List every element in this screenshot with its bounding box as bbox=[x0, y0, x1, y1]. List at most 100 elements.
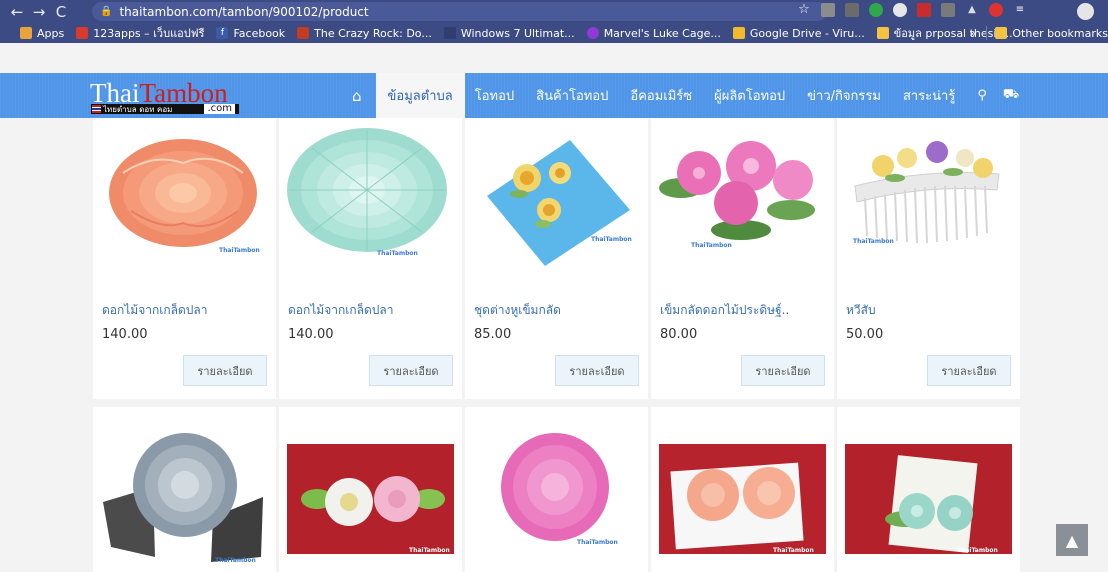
product-card: ThaiTambon ดอกไม้จากเกล็ดปลา 140.00 รายล… bbox=[279, 118, 462, 399]
site-logo[interactable]: ThaiTambon ไทยตำบล ดอท คอม .com bbox=[90, 80, 240, 114]
watermark: ThaiTambon bbox=[409, 547, 450, 554]
bookmark-marvel[interactable]: Marvel's Luke Cage... bbox=[586, 27, 721, 40]
watermark: ThaiTambon bbox=[853, 238, 894, 245]
product-card: ThaiTambon bbox=[93, 407, 276, 572]
bookmarks-bar: Apps 123apps – เว็บแอปฟรี f Facebook The… bbox=[0, 23, 1108, 43]
profile-avatar[interactable] bbox=[1077, 3, 1094, 20]
product-card: ThaiTambon bbox=[279, 407, 462, 572]
search-icon[interactable]: ⚲ bbox=[977, 88, 987, 103]
product-name[interactable]: เข็มกลัดดอกไม้ประดิษฐ์.. bbox=[660, 301, 789, 320]
product-image[interactable] bbox=[651, 118, 834, 288]
forward-icon[interactable]: → bbox=[28, 3, 50, 21]
more-bookmarks-icon[interactable]: » bbox=[970, 27, 977, 40]
bookmark-apps[interactable]: Apps bbox=[20, 27, 64, 40]
details-button[interactable]: รายละเอียด bbox=[555, 355, 639, 386]
bookmark-crazy-rock[interactable]: The Crazy Rock: Do... bbox=[297, 27, 432, 40]
main-nav: ⌂ ข้อมูลตำบล โอทอป สินค้าโอทอป อีคอมเมิร… bbox=[352, 73, 1035, 118]
product-card: ThaiTambon ชุดต่างหูเข็มกลัด 85.00 รายละ… bbox=[465, 118, 648, 399]
extension-icon-2[interactable] bbox=[845, 3, 859, 17]
watermark: ThaiTambon bbox=[591, 236, 632, 243]
watermark: ThaiTambon bbox=[957, 547, 998, 554]
product-card: ThaiTambon bbox=[651, 407, 834, 572]
product-image[interactable] bbox=[93, 407, 276, 572]
product-card: ThaiTambon เข็มกลัดดอกไม้ประดิษฐ์.. 80.0… bbox=[651, 118, 834, 399]
extension-icon-6[interactable] bbox=[941, 3, 955, 17]
product-price: 140.00 bbox=[102, 327, 148, 342]
extension-icon-8[interactable] bbox=[989, 3, 1003, 17]
nav-knowledge[interactable]: สาระน่ารู้ bbox=[903, 73, 955, 118]
facebook-icon: f bbox=[216, 27, 229, 39]
address-bar[interactable]: 🔒 thaitambon.com/tambon/900102/product bbox=[92, 2, 827, 21]
star-icon[interactable]: ☆ bbox=[797, 3, 811, 17]
product-grid: ThaiTambon ดอกไม้จากเกล็ดปลา 140.00 รายล… bbox=[93, 118, 1020, 572]
product-name[interactable]: ดอกไม้จากเกล็ดปลา bbox=[288, 301, 393, 320]
extension-icon-3[interactable] bbox=[869, 3, 883, 17]
product-name[interactable]: ชุดต่างหูเข็มกลัด bbox=[474, 301, 561, 320]
crazy-rock-icon bbox=[297, 27, 310, 39]
apps-grid-icon bbox=[20, 27, 32, 39]
nav-otop-products[interactable]: สินค้าโอทอป bbox=[536, 73, 608, 118]
cart-icon[interactable]: ⛟ bbox=[1003, 87, 1019, 104]
watermark: ThaiTambon bbox=[377, 250, 418, 257]
arrow-up-icon: ▲ bbox=[1065, 530, 1079, 550]
browser-toolbar: ← → C 🔒 thaitambon.com/tambon/900102/pro… bbox=[0, 0, 1108, 23]
product-card: ThaiTambon bbox=[837, 407, 1020, 572]
product-card: ThaiTambon bbox=[465, 407, 648, 572]
extension-icon-4[interactable] bbox=[893, 3, 907, 17]
other-bookmarks[interactable]: Other bookmarks bbox=[995, 27, 1108, 40]
product-price: 140.00 bbox=[288, 327, 334, 342]
lock-icon: 🔒 bbox=[100, 6, 113, 17]
details-button[interactable]: รายละเอียด bbox=[183, 355, 267, 386]
divider bbox=[986, 26, 988, 40]
nav-otop-producers[interactable]: ผู้ผลิตโอทอป bbox=[714, 73, 785, 118]
watermark: ThaiTambon bbox=[691, 242, 732, 249]
bookmark-facebook[interactable]: f Facebook bbox=[216, 27, 285, 40]
product-image[interactable] bbox=[279, 118, 462, 288]
product-image[interactable] bbox=[465, 118, 648, 288]
product-name[interactable]: ดอกไม้จากเกล็ดปลา bbox=[102, 301, 207, 320]
bookmark-google-drive[interactable]: Google Drive - Viru... bbox=[732, 27, 865, 40]
product-card: ThaiTambon หวีสับ 50.00 รายละเอียด bbox=[837, 118, 1020, 399]
watermark: ThaiTambon bbox=[577, 539, 618, 546]
details-button[interactable]: รายละเอียด bbox=[927, 355, 1011, 386]
divider bbox=[93, 399, 1018, 407]
bookmark-123apps[interactable]: 123apps – เว็บแอปฟรี bbox=[76, 24, 204, 42]
thai-flag-icon bbox=[92, 105, 101, 113]
marvel-icon bbox=[586, 27, 599, 39]
reload-icon[interactable]: C bbox=[50, 3, 72, 21]
extension-icon-5[interactable] bbox=[917, 3, 931, 17]
windows-icon bbox=[443, 27, 456, 39]
product-image[interactable] bbox=[93, 118, 276, 288]
watermark: ThaiTambon bbox=[215, 557, 256, 564]
extension-icon-7[interactable]: ▲ bbox=[965, 3, 979, 17]
extension-icons: ☆ ▲ ≡ bbox=[797, 3, 1037, 17]
nav-otop[interactable]: โอทอป bbox=[475, 73, 514, 118]
product-name[interactable]: หวีสับ bbox=[846, 301, 876, 320]
nav-tambon-info[interactable]: ข้อมูลตำบล bbox=[375, 73, 465, 118]
extension-icon-1[interactable] bbox=[821, 3, 835, 17]
123apps-icon bbox=[76, 27, 89, 39]
site-header: ThaiTambon ไทยตำบล ดอท คอม .com ⌂ ข้อมูล… bbox=[0, 73, 1108, 118]
logo-subtitle: ไทยตำบล ดอท คอม .com bbox=[91, 104, 239, 114]
nav-ecommerce[interactable]: อีคอมเมิร์ซ bbox=[630, 73, 692, 118]
product-price: 50.00 bbox=[846, 327, 884, 342]
bookmark-windows7[interactable]: Windows 7 Ultimat... bbox=[443, 27, 575, 40]
media-icon[interactable]: ≡ bbox=[1013, 3, 1027, 17]
folder-icon bbox=[995, 27, 1008, 39]
product-image[interactable] bbox=[837, 118, 1020, 288]
watermark: ThaiTambon bbox=[219, 247, 260, 254]
url-text: thaitambon.com/tambon/900102/product bbox=[119, 4, 369, 19]
folder-icon bbox=[876, 27, 889, 39]
watermark: ThaiTambon bbox=[773, 547, 814, 554]
home-icon[interactable]: ⌂ bbox=[352, 73, 362, 118]
product-price: 80.00 bbox=[660, 327, 698, 342]
product-image[interactable] bbox=[465, 407, 648, 572]
back-icon[interactable]: ← bbox=[6, 3, 28, 21]
details-button[interactable]: รายละเอียด bbox=[741, 355, 825, 386]
nav-news[interactable]: ข่าว/กิจกรรม bbox=[807, 73, 881, 118]
product-card: ThaiTambon ดอกไม้จากเกล็ดปลา 140.00 รายล… bbox=[93, 118, 276, 399]
product-price: 85.00 bbox=[474, 327, 512, 342]
details-button[interactable]: รายละเอียด bbox=[369, 355, 453, 386]
scroll-to-top-button[interactable]: ▲ bbox=[1056, 524, 1088, 556]
google-drive-icon bbox=[732, 27, 745, 39]
